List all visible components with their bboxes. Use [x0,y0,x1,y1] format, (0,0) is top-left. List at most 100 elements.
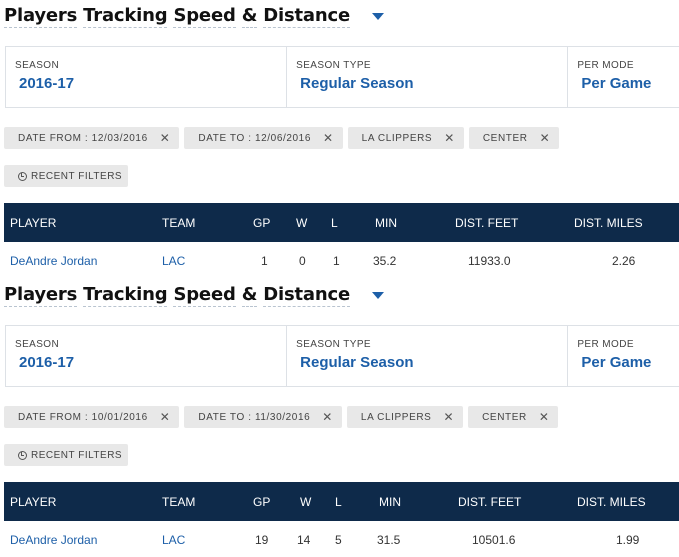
season-label: SEASON [15,60,60,71]
season-selectors: SEASON 2016-17 SEASON TYPE Regular Seaso… [5,46,679,108]
col-header-dist-miles[interactable]: DIST. MILES [577,482,646,521]
team-link[interactable]: LAC [162,242,185,279]
filter-chip-date-to[interactable]: DATE TO : 12/06/2016 ✕ [184,127,343,149]
team-link[interactable]: LAC [162,521,185,557]
cell-l: 1 [333,253,340,268]
season-type-value: Regular Season [300,354,414,371]
cell-min: 31.5 [377,532,401,547]
cell-l: 5 [335,532,342,547]
col-header-w[interactable]: W [300,482,311,521]
filter-chip-position[interactable]: CENTER ✕ [468,127,560,149]
filter-chip-label: DATE TO : 12/06/2016 [198,132,312,144]
table-header: PLAYER TEAM GP W L MIN DIST. FEET DIST. … [4,203,679,242]
player-link[interactable]: DeAndre Jordan [10,521,97,557]
filter-chip-team[interactable]: LA CLIPPERS ✕ [347,127,464,149]
caret-down-icon[interactable] [371,291,384,299]
cell-dist-miles: 1.99 [616,532,640,547]
col-header-team[interactable]: TEAM [162,203,195,242]
filter-chip-date-from[interactable]: DATE FROM : 10/01/2016 ✕ [4,406,180,428]
table-row: DeAndre Jordan LAC 19 14 5 31.5 10501.6 … [4,521,679,557]
per-mode-value: Per Game [581,75,652,92]
close-icon[interactable]: ✕ [323,131,334,145]
season-label: SEASON [15,339,60,350]
col-header-dist-feet[interactable]: DIST. FEET [458,482,521,521]
close-icon[interactable]: ✕ [539,410,550,424]
close-icon[interactable]: ✕ [322,410,333,424]
col-header-player[interactable]: PLAYER [10,482,56,521]
title-word: Tracking [83,283,168,307]
season-value: 2016-17 [19,75,75,92]
filter-chip-label: CENTER [482,132,528,144]
col-header-dist-miles[interactable]: DIST. MILES [574,203,643,242]
title-word: Players [4,283,78,307]
season-type-label: SEASON TYPE [296,60,371,71]
recent-filters-label: RECENT FILTERS [31,170,123,182]
player-link[interactable]: DeAndre Jordan [10,242,97,279]
close-icon[interactable]: ✕ [444,131,455,145]
col-header-player[interactable]: PLAYER [10,203,56,242]
recent-filters-button[interactable]: RECENT FILTERS [4,165,128,187]
season-type-select[interactable]: SEASON TYPE Regular Season [287,326,569,386]
season-type-label: SEASON TYPE [296,339,371,350]
title-word: Speed [173,4,236,28]
season-select[interactable]: SEASON 2016-17 [6,47,288,107]
filter-chip-date-to[interactable]: DATE TO : 11/30/2016 ✕ [184,406,342,428]
col-header-gp[interactable]: GP [253,203,270,242]
page-title-row: Players Tracking Speed & Distance [4,281,384,307]
filter-chip-label: DATE TO : 11/30/2016 [198,411,311,423]
title-word: Speed [173,283,236,307]
per-mode-select[interactable]: PER MODE Per Game [568,47,679,107]
title-word: Distance [263,283,350,307]
close-icon[interactable]: ✕ [160,410,171,424]
col-header-dist-feet[interactable]: DIST. FEET [455,203,518,242]
col-header-team[interactable]: TEAM [162,482,195,521]
page-title: Players Tracking Speed & Distance [4,283,350,307]
season-type-value: Regular Season [300,75,414,92]
filter-chip-position[interactable]: CENTER ✕ [468,406,559,428]
table-row: DeAndre Jordan LAC 1 0 1 35.2 11933.0 2.… [4,242,679,279]
season-selectors: SEASON 2016-17 SEASON TYPE Regular Seaso… [5,325,679,387]
filter-chip-label: CENTER [482,411,527,423]
title-word: Tracking [83,4,168,28]
close-icon[interactable]: ✕ [443,410,454,424]
season-select[interactable]: SEASON 2016-17 [6,326,288,386]
filter-chip-label: LA CLIPPERS [361,132,433,144]
cell-dist-feet: 11933.0 [468,253,511,268]
per-mode-label: PER MODE [577,60,634,71]
recent-filters-button[interactable]: RECENT FILTERS [4,444,128,466]
col-header-l[interactable]: L [335,482,342,521]
active-filters: DATE FROM : 10/01/2016 ✕ DATE TO : 11/30/… [4,406,563,428]
title-word: Players [4,4,78,28]
season-type-select[interactable]: SEASON TYPE Regular Season [287,47,569,107]
filter-chip-date-from[interactable]: DATE FROM : 12/03/2016 ✕ [4,127,180,149]
recent-filters-label: RECENT FILTERS [31,449,123,461]
per-mode-select[interactable]: PER MODE Per Game [568,326,679,386]
col-header-gp[interactable]: GP [253,482,270,521]
per-mode-value: Per Game [581,354,652,371]
title-word: & [241,4,258,28]
cell-min: 35.2 [373,253,397,268]
cell-gp: 19 [255,532,269,547]
col-header-min[interactable]: MIN [375,203,397,242]
title-word: & [241,283,258,307]
season-value: 2016-17 [19,354,75,371]
close-icon[interactable]: ✕ [160,131,171,145]
filter-chip-team[interactable]: LA CLIPPERS ✕ [346,406,464,428]
filter-chip-label: LA CLIPPERS [360,411,432,423]
cell-dist-miles: 2.26 [612,253,636,268]
page-title-row: Players Tracking Speed & Distance [4,2,384,28]
col-header-l[interactable]: L [331,203,338,242]
cell-w: 0 [299,253,306,268]
page-title: Players Tracking Speed & Distance [4,4,350,28]
col-header-min[interactable]: MIN [379,482,401,521]
clock-icon [18,171,27,181]
close-icon[interactable]: ✕ [540,131,551,145]
caret-down-icon[interactable] [371,12,384,20]
cell-w: 14 [297,532,311,547]
per-mode-label: PER MODE [577,339,634,350]
filter-chip-label: DATE FROM : 12/03/2016 [18,132,148,144]
active-filters: DATE FROM : 12/03/2016 ✕ DATE TO : 12/06/… [4,127,564,149]
cell-gp: 1 [261,253,268,268]
filter-chip-label: DATE FROM : 10/01/2016 [18,411,148,423]
col-header-w[interactable]: W [296,203,307,242]
